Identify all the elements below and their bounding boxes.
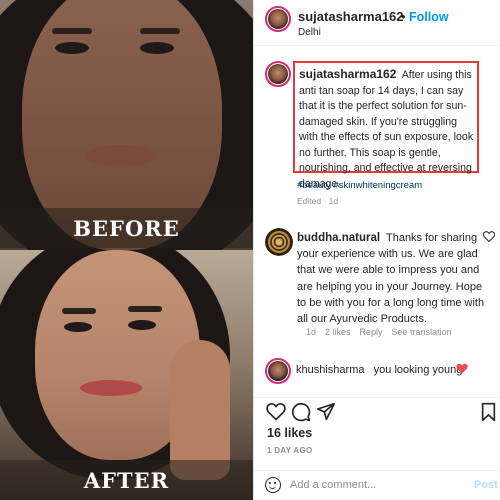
caption-username[interactable]: sujatasharma162 [299, 67, 396, 81]
location-link[interactable]: Delhi [298, 27, 321, 38]
comment-username[interactable]: buddha.natural [297, 232, 380, 244]
comment-likes[interactable]: 2 likes [325, 327, 351, 337]
like-icon[interactable] [266, 402, 286, 426]
emoji-icon[interactable] [265, 477, 281, 493]
caption-edited-time: Edited · 1d [297, 196, 339, 206]
before-caption-band: BEFORE [0, 208, 253, 248]
comment-text: Thanks for sharing your experience with … [297, 232, 485, 326]
comment-meta: 1d 2 likes Reply See translation [306, 327, 452, 337]
comment-like-icon[interactable] [482, 230, 496, 245]
comment-icon[interactable] [291, 402, 311, 427]
caption-text: After using this anti tan soap for 14 da… [299, 69, 474, 190]
before-photo: BEFORE [0, 0, 253, 250]
bookmark-icon[interactable] [481, 402, 496, 427]
caption-highlight: sujatasharma162 After using this anti ta… [293, 61, 479, 190]
caption-text-block: sujatasharma162 After using this anti ta… [299, 67, 477, 192]
caption-hashtags[interactable]: #beauty #skinwhiteningcream [297, 180, 422, 191]
comment-time: 1d [306, 327, 317, 337]
post-media[interactable]: BEFORE AFTER [0, 0, 253, 500]
after-caption-band: AFTER [0, 460, 253, 500]
author-avatar[interactable] [265, 6, 291, 32]
comment-body: buddha.natural Thanks for sharing your e… [297, 230, 487, 327]
reply-button[interactable]: Reply [360, 327, 383, 337]
after-photo: AFTER [0, 250, 253, 500]
author-username[interactable]: sujatasharma162 [298, 9, 404, 24]
post-likes-count[interactable]: 16 likes [267, 426, 312, 440]
after-label: AFTER [83, 467, 170, 493]
post-panel: sujatasharma162 • Follow Delhi sujatasha… [253, 0, 500, 500]
add-comment-row: Post [254, 470, 500, 500]
comment-username[interactable]: khushisharma [296, 364, 364, 376]
header-separator: • [401, 9, 406, 24]
add-comment-input[interactable] [290, 476, 450, 494]
comment-body: khushisharma you looking young [296, 364, 462, 376]
post-action-bar [254, 397, 500, 427]
follow-button[interactable]: Follow [409, 10, 449, 24]
post-timestamp: 1 DAY AGO [267, 446, 313, 455]
before-label: BEFORE [73, 215, 180, 241]
commenter-avatar[interactable] [265, 228, 293, 256]
commenter-avatar[interactable] [265, 358, 291, 384]
share-icon[interactable] [316, 402, 336, 426]
see-translation-button[interactable]: See translation [392, 327, 452, 337]
comment-liked-heart-icon[interactable] [456, 363, 468, 377]
caption-author-avatar[interactable] [265, 61, 291, 87]
post-comment-button[interactable]: Post [474, 479, 498, 491]
comment-text: you looking young [373, 364, 463, 376]
post-header: sujatasharma162 • Follow Delhi [254, 0, 500, 46]
